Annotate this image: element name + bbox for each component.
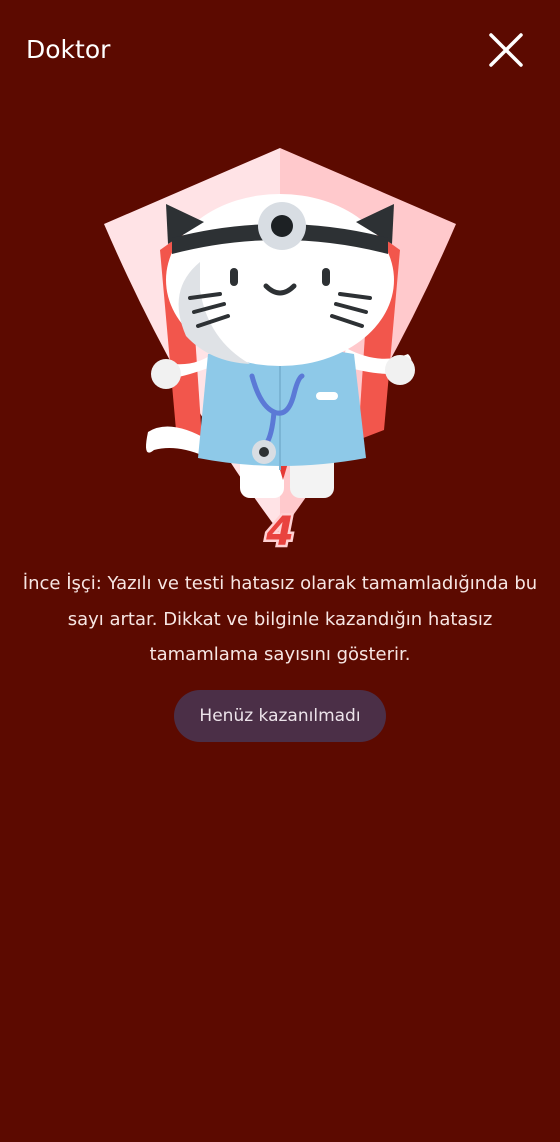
close-button[interactable] [484,28,528,72]
close-icon [489,33,523,67]
doctor-badge: 4 [90,140,470,560]
badge-description: İnce İşçi: Yazılı ve testi hatasız olara… [22,573,538,665]
status-badge: Henüz kazanılmadı [174,690,386,742]
page-title: Doktor [26,35,111,64]
badge-level-number: 4 [265,509,294,555]
doctor-cat-icon: 4 [104,148,456,558]
